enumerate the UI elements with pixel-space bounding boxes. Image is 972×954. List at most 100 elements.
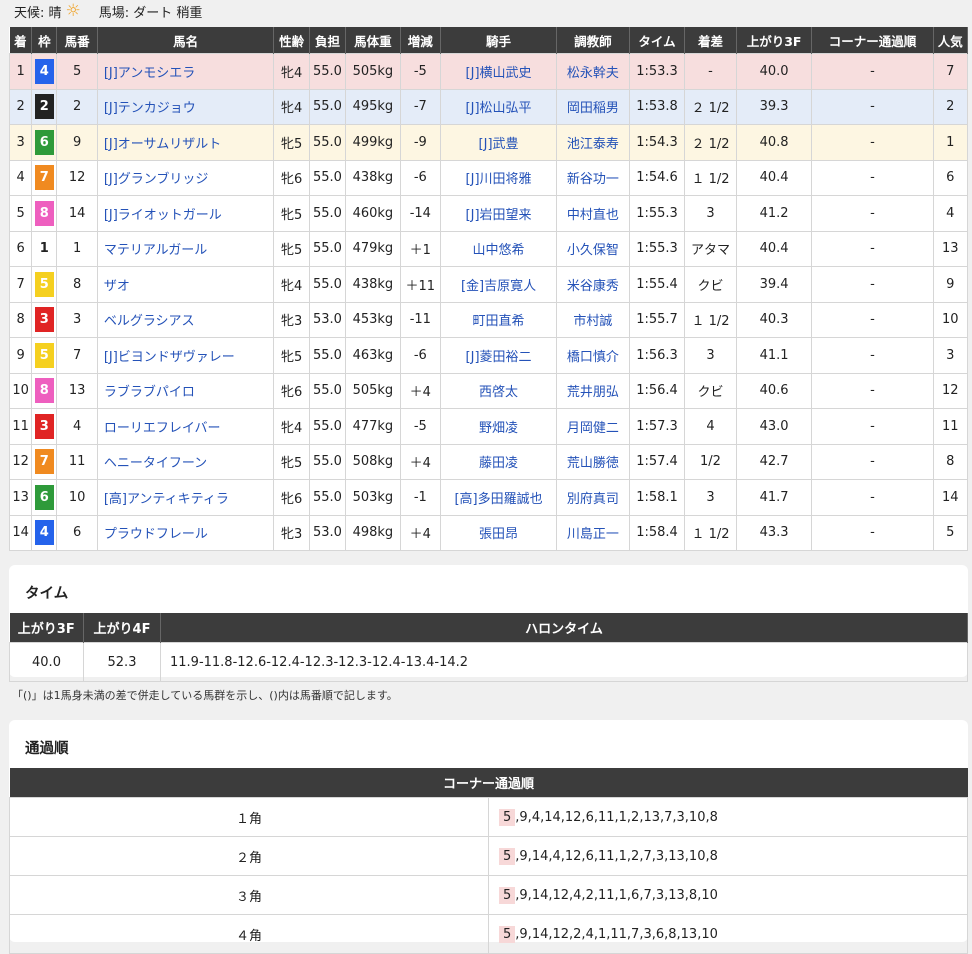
corner-order: - bbox=[811, 479, 934, 516]
horse-name-link[interactable]: [J]ビヨンドザヴァレー bbox=[104, 350, 235, 365]
waku-cell: 8 bbox=[31, 372, 58, 409]
jockey-link-cell: 野畑凌 bbox=[439, 408, 558, 445]
horse-name-link[interactable]: [高]アンティキティラ bbox=[104, 492, 229, 507]
carried-weight: 55.0 bbox=[308, 88, 347, 125]
horse-name-link-cell: [J]テンカジョウ bbox=[96, 88, 275, 125]
finish-time: 1:54.6 bbox=[628, 159, 686, 196]
jockey-link[interactable]: [高]多田羅誠也 bbox=[454, 492, 542, 507]
horse-name-link-cell: [J]グランブリッジ bbox=[96, 159, 275, 196]
trainer-link[interactable]: 荒井朋弘 bbox=[567, 385, 619, 400]
trainer-link[interactable]: 松永幹夫 bbox=[567, 66, 619, 81]
halon-value: 11.9-11.8-12.6-12.4-12.3-12.3-12.4-13.4-… bbox=[160, 642, 968, 682]
body-weight: 498kg bbox=[345, 514, 401, 551]
trainer-link[interactable]: 市村誠 bbox=[573, 314, 612, 329]
horse-name-link[interactable]: [J]オーサムリザルト bbox=[104, 137, 221, 152]
weight-change: ＋4 bbox=[399, 372, 442, 409]
last-3f: 40.0 bbox=[735, 53, 813, 90]
halon-header: ハロンタイム bbox=[160, 613, 968, 643]
horse-name-link-cell: ヘニータイフーン bbox=[96, 443, 275, 480]
jockey-link[interactable]: 藤田凌 bbox=[479, 456, 518, 471]
trainer-link[interactable]: 月岡健二 bbox=[567, 421, 619, 436]
jockey-link[interactable]: [J]菱田裕二 bbox=[466, 350, 532, 365]
margin: ２ 1/2 bbox=[684, 124, 737, 161]
jockey-link[interactable]: 西啓太 bbox=[479, 385, 518, 400]
horse-number: 3 bbox=[56, 301, 98, 338]
finish-time: 1:57.4 bbox=[628, 443, 686, 480]
horse-number: 6 bbox=[56, 514, 98, 551]
last-3f: 41.1 bbox=[735, 337, 813, 374]
waku-cell: 6 bbox=[31, 479, 58, 516]
trainer-link[interactable]: 新谷功一 bbox=[567, 172, 619, 187]
body-weight: 438kg bbox=[345, 159, 401, 196]
trainer-link[interactable]: 中村直也 bbox=[567, 208, 619, 223]
last-3f: 40.4 bbox=[735, 159, 813, 196]
finish-rank: 12 bbox=[8, 443, 33, 480]
jockey-link[interactable]: [金]吉原寛人 bbox=[461, 279, 536, 294]
corner-label: ２角 bbox=[9, 836, 489, 876]
horse-name-link[interactable]: [J]グランブリッジ bbox=[104, 172, 209, 187]
trainer-link[interactable]: 池江泰寿 bbox=[567, 137, 619, 152]
corner-order: - bbox=[811, 443, 934, 480]
horse-name-link[interactable]: マテリアルガール bbox=[104, 243, 207, 258]
horse-number: 11 bbox=[56, 443, 98, 480]
trainer-link[interactable]: 岡田稲男 bbox=[567, 101, 619, 116]
jockey-link[interactable]: [J]岩田望来 bbox=[466, 208, 532, 223]
leader-number: 5 bbox=[499, 886, 516, 904]
result-row: 2 2 2 [J]テンカジョウ 牝4 55.0 495kg -7 [J]松山弘平 岡田稲男 1:53… bbox=[8, 88, 969, 125]
jockey-link-cell: 西啓太 bbox=[439, 372, 558, 409]
popularity: 11 bbox=[932, 408, 969, 445]
trainer-link[interactable]: 小久保智 bbox=[567, 243, 619, 258]
trainer-link-cell: 池江泰寿 bbox=[556, 124, 630, 161]
jockey-link[interactable]: 山中悠希 bbox=[473, 243, 525, 258]
margin: 3 bbox=[684, 195, 737, 232]
horse-number: 7 bbox=[56, 337, 98, 374]
passing-order: 5,9,14,12,4,2,11,1,6,7,3,13,8,10 bbox=[488, 875, 968, 915]
trainer-link[interactable]: 別府真司 bbox=[567, 492, 619, 507]
carried-weight: 55.0 bbox=[308, 230, 347, 267]
trainer-link[interactable]: 川島正一 bbox=[567, 527, 619, 542]
trainer-link-cell: 市村誠 bbox=[556, 301, 630, 338]
result-row: 6 1 1 マテリアルガール 牝5 55.0 479kg ＋1 山中悠希 小久保智 1:55.3 アタ… bbox=[8, 230, 969, 267]
horse-name-link[interactable]: ベルグラシアス bbox=[104, 314, 195, 329]
result-row: 10 8 13 ラブラブパイロ 牝6 55.0 505kg ＋4 西啓太 荒井朋弘 1:56.4 クビ… bbox=[8, 372, 969, 409]
jockey-link[interactable]: [J]川田将雅 bbox=[466, 172, 532, 187]
leader-number: 5 bbox=[499, 808, 516, 826]
jockey-link[interactable]: [J]横山武史 bbox=[466, 66, 532, 81]
last-3f: 41.7 bbox=[735, 479, 813, 516]
horse-name-link[interactable]: [J]テンカジョウ bbox=[104, 101, 196, 116]
weather-label: 天候: 晴 bbox=[14, 5, 62, 21]
waku-badge: 4 bbox=[34, 58, 54, 84]
popularity: 8 bbox=[932, 443, 969, 480]
margin: - bbox=[684, 53, 737, 90]
horse-name-link[interactable]: プラウドフレール bbox=[104, 527, 208, 542]
horse-name-link[interactable]: ラブラブパイロ bbox=[104, 385, 195, 400]
horse-name-link[interactable]: ヘニータイフーン bbox=[104, 456, 207, 471]
trainer-link[interactable]: 米谷康秀 bbox=[567, 279, 619, 294]
result-row: 3 6 9 [J]オーサムリザルト 牝5 55.0 499kg -9 [J]武豊 池江泰寿 1:54… bbox=[8, 124, 969, 161]
trainer-link[interactable]: 橋口慎介 bbox=[567, 350, 619, 365]
passing-row: ３角 5,9,14,12,4,2,11,1,6,7,3,13,8,10 bbox=[9, 875, 968, 915]
passing-order: 5,9,14,4,12,6,11,1,2,7,3,13,10,8 bbox=[488, 836, 968, 876]
body-weight: 503kg bbox=[345, 479, 401, 516]
finish-time: 1:58.1 bbox=[628, 479, 686, 516]
carried-weight: 55.0 bbox=[308, 195, 347, 232]
trainer-link[interactable]: 荒山勝徳 bbox=[567, 456, 619, 471]
waku-cell: 8 bbox=[31, 195, 58, 232]
horse-name-link[interactable]: [J]ライオットガール bbox=[104, 208, 222, 223]
jockey-link[interactable]: 張田昂 bbox=[479, 527, 518, 542]
horse-name-link[interactable]: ローリエフレイバー bbox=[104, 421, 221, 436]
waku-badge: 3 bbox=[34, 413, 54, 439]
column-header: 馬名 bbox=[97, 27, 275, 54]
carried-weight: 55.0 bbox=[308, 337, 347, 374]
jockey-link[interactable]: [J]武豊 bbox=[479, 137, 519, 152]
jockey-link[interactable]: 野畑凌 bbox=[479, 421, 518, 436]
last-3f: 40.3 bbox=[735, 301, 813, 338]
jockey-link-cell: [J]松山弘平 bbox=[439, 88, 558, 125]
weight-change: ＋4 bbox=[399, 443, 442, 480]
horse-name-link[interactable]: ザオ bbox=[104, 279, 130, 294]
order-list: ,9,14,12,2,4,1,11,7,3,6,8,13,10 bbox=[515, 926, 718, 942]
jockey-link[interactable]: 町田直希 bbox=[473, 314, 525, 329]
horse-name-link[interactable]: [J]アンモシエラ bbox=[104, 66, 195, 81]
jockey-link-cell: [J]武豊 bbox=[439, 124, 558, 161]
jockey-link[interactable]: [J]松山弘平 bbox=[466, 101, 532, 116]
